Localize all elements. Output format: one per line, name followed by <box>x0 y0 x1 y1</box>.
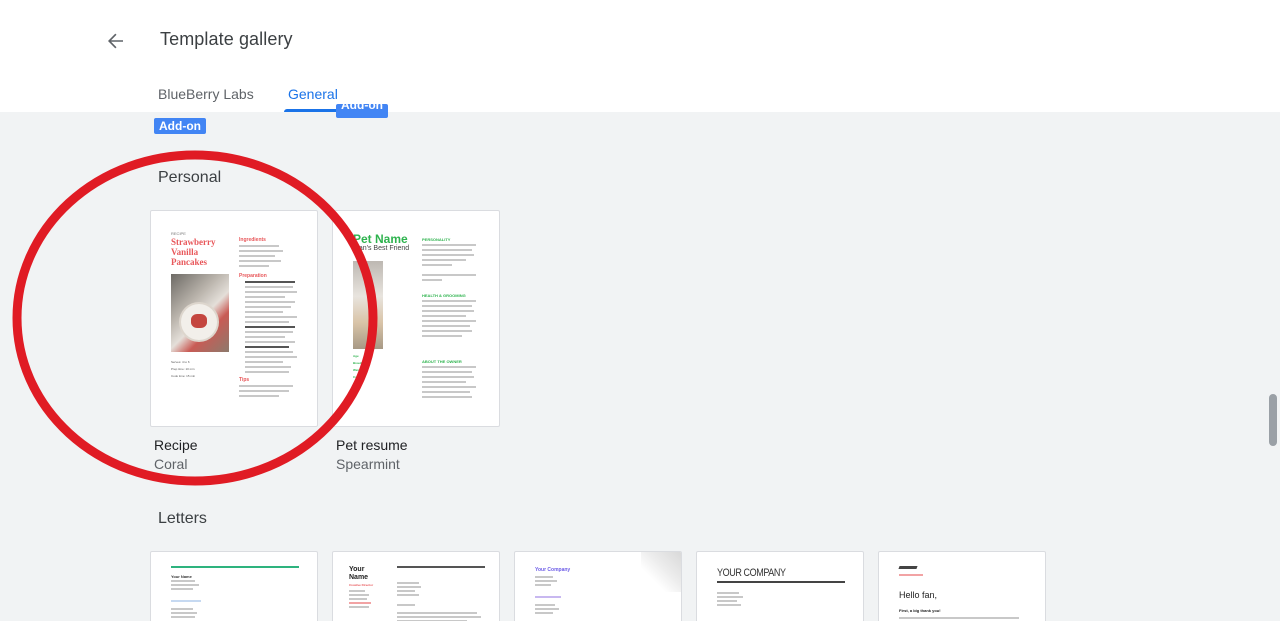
template-card-letter-5[interactable]: Hello fan, First, a big thank you! <box>878 551 1046 621</box>
pet-preview-subtitle: Man's Best Friend <box>353 245 410 252</box>
letter-1-accent-rule <box>171 566 299 568</box>
recipe-meta-prep: Prep time: 10 min <box>171 367 195 371</box>
pet-side-age: Age <box>353 354 359 358</box>
active-tab-indicator <box>284 109 344 112</box>
recipe-meta-serves: Serves: 4 to 6 <box>171 360 190 364</box>
addon-badge-partial: Add-on <box>336 104 388 118</box>
template-style-pet-resume: Spearmint <box>336 456 400 472</box>
template-style-recipe: Coral <box>154 456 188 472</box>
letter-2-rule <box>397 566 485 568</box>
letter-3-corner-pattern <box>641 552 681 592</box>
letter-5-preview-title: Hello fan, <box>899 590 938 600</box>
header: Template gallery BlueBerry Labs General <box>0 0 1280 112</box>
pet-photo <box>353 261 383 349</box>
recipe-meta-cook: Cook time: 15 min <box>171 374 196 378</box>
pet-side-list: Age Breed Weight Color <box>353 353 363 381</box>
template-card-pet-resume[interactable]: Pet Name Man's Best Friend Age Breed Wei… <box>332 210 500 427</box>
template-card-letter-1[interactable]: Your Name <box>150 551 318 621</box>
letter-5-date <box>899 574 923 576</box>
recipe-photo <box>171 274 229 352</box>
arrow-back-icon <box>108 33 123 49</box>
scrollbar-thumb[interactable] <box>1269 394 1277 446</box>
letter-2-preview-title: Your Name <box>349 566 369 581</box>
section-title-personal: Personal <box>158 169 222 186</box>
pet-side-color: Color <box>353 375 361 379</box>
template-card-letter-3[interactable]: Your Company <box>514 551 682 621</box>
template-card-recipe[interactable]: RECIPE Strawberry Vanilla Pancakes Serve… <box>150 210 318 427</box>
template-card-letter-2[interactable]: Your Name Creative Director <box>332 551 500 621</box>
recipe-col-head-3: Tips <box>239 377 250 383</box>
pet-side-breed: Breed <box>353 361 362 365</box>
letter-5-preview-sub: First, a big thank you! <box>899 608 941 613</box>
template-card-letter-4[interactable]: YOUR COMPANY <box>696 551 864 621</box>
recipe-col-head-2: Preparation <box>239 273 267 279</box>
recipe-col-head-1: Ingredients <box>239 237 266 243</box>
template-name-recipe: Recipe <box>154 437 198 453</box>
template-name-pet-resume: Pet resume <box>336 437 408 453</box>
letter-3-preview-title: Your Company <box>535 567 571 573</box>
section-title-letters: Letters <box>158 510 207 527</box>
letter-1-preview-title: Your Name <box>171 574 192 579</box>
addon-badge-partial-text: Add-on <box>341 104 383 112</box>
letter-5-signature <box>898 566 918 569</box>
recipe-kicker: RECIPE <box>171 231 186 236</box>
letter-2-preview-sub: Creative Director <box>349 583 374 587</box>
page-title: Template gallery <box>160 29 293 49</box>
addon-badge: Add-on <box>154 118 206 134</box>
pet-col-head-3: ABOUT THE OWNER <box>422 359 462 364</box>
letter-4-preview-title: YOUR COMPANY <box>717 567 786 579</box>
back-button[interactable] <box>100 25 132 57</box>
recipe-preview-title: Strawberry Vanilla Pancakes <box>171 237 216 267</box>
recipe-meta: Serves: 4 to 6 Prep time: 10 min Cook ti… <box>171 359 195 380</box>
letter-4-rule <box>717 581 845 583</box>
recipe-photo-berries <box>191 314 207 328</box>
pet-col-head-2: HEALTH & GROOMING <box>422 293 466 298</box>
pet-preview-title: Pet Name <box>353 232 408 246</box>
tab-blueberry-labs[interactable]: BlueBerry Labs <box>158 86 254 112</box>
pet-col-head-1: PERSONALITY <box>422 237 451 242</box>
pet-side-weight: Weight <box>353 368 363 372</box>
